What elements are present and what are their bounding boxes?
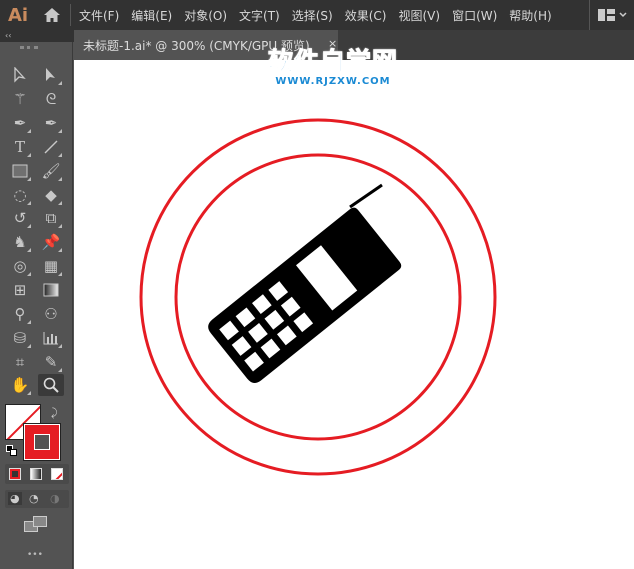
- warp-icon: ♞: [13, 233, 27, 251]
- curvature-tool[interactable]: ✒: [40, 112, 62, 134]
- menu-edit[interactable]: 编辑(E): [131, 7, 172, 24]
- rotate-icon: ↺: [13, 209, 27, 227]
- watermark-title: 软件自学网: [267, 47, 399, 76]
- hand-tool[interactable]: ✋: [9, 374, 31, 396]
- line-tool[interactable]: [40, 136, 62, 158]
- menu-bar: Ai 文件(F) 编辑(E) 对象(O) 文字(T) 选择(S) 效果(C) 视…: [0, 0, 634, 30]
- brush-icon: 🖌: [41, 162, 61, 180]
- phone-antenna[interactable]: [349, 183, 383, 209]
- curvature-pen-icon: ✒: [44, 114, 58, 132]
- selection-tool[interactable]: [9, 64, 31, 86]
- watermark: 软件自学网 WWW.RJZXW.COM: [267, 47, 399, 87]
- blend-tool[interactable]: ⚇: [40, 303, 62, 325]
- zoom-tool[interactable]: [38, 374, 64, 396]
- pen-tool[interactable]: ✒: [9, 112, 31, 134]
- gradient-tool[interactable]: [40, 279, 62, 301]
- type-icon: T: [14, 138, 25, 156]
- edit-toolbar-button[interactable]: •••: [27, 550, 43, 560]
- magic-wand-tool[interactable]: ⚚: [9, 88, 31, 110]
- mobile-phone-icon[interactable]: [204, 206, 404, 387]
- lasso-icon: ᘓ: [45, 90, 57, 108]
- shape-builder-tool[interactable]: ◎: [9, 255, 31, 277]
- shaper-icon: ◌: [13, 186, 27, 204]
- shape-builder-icon: ◎: [13, 257, 27, 275]
- screen-mode-icon: [24, 516, 47, 532]
- menu-object[interactable]: 对象(O): [184, 7, 227, 24]
- color-mode-button[interactable]: [9, 468, 21, 480]
- lasso-tool[interactable]: ᘓ: [40, 88, 62, 110]
- symbol-sprayer-tool[interactable]: ⛁: [9, 327, 31, 349]
- warp-tool[interactable]: ♞: [9, 231, 31, 253]
- mesh-tool[interactable]: ⊞: [9, 279, 31, 301]
- scale-tool[interactable]: ⧉: [40, 207, 62, 229]
- hand-icon: ✋: [10, 376, 30, 394]
- menu-type[interactable]: 文字(T): [239, 7, 280, 24]
- artboard-tool[interactable]: ⌗: [9, 351, 31, 373]
- rectangle-tool[interactable]: [9, 160, 31, 182]
- column-graph-tool[interactable]: [40, 327, 62, 349]
- draw-inside-button[interactable]: ◑: [50, 492, 60, 505]
- menu-file[interactable]: 文件(F): [79, 7, 119, 24]
- screen-mode-button[interactable]: [24, 516, 48, 536]
- watermark-url: WWW.RJZXW.COM: [275, 76, 391, 87]
- type-tool[interactable]: T: [9, 136, 31, 158]
- panel-collapse-button[interactable]: ‹‹: [0, 30, 74, 42]
- arrow-filled-icon: [46, 68, 55, 81]
- bar-graph-icon: [43, 332, 58, 345]
- pen-icon: ✒: [13, 114, 27, 132]
- menu-window[interactable]: 窗口(W): [452, 7, 497, 24]
- none-mode-button[interactable]: [51, 468, 63, 480]
- swap-fill-stroke-icon[interactable]: ⤸: [51, 406, 58, 420]
- perspective-grid-icon: ▦: [43, 257, 59, 275]
- perspective-grid-tool[interactable]: ▦: [40, 255, 62, 277]
- menu-view[interactable]: 视图(V): [398, 7, 440, 24]
- blend-icon: ⚇: [44, 305, 58, 323]
- magic-wand-icon: ⚚: [13, 90, 27, 108]
- eyedropper-tool[interactable]: ⚲: [9, 303, 31, 325]
- menu-help[interactable]: 帮助(H): [509, 7, 551, 24]
- slice-icon: ✎: [44, 353, 58, 371]
- slice-tool[interactable]: ✎: [40, 351, 62, 373]
- eraser-icon: ◆: [45, 186, 57, 204]
- menu-select[interactable]: 选择(S): [292, 7, 333, 24]
- direct-selection-tool[interactable]: [40, 64, 62, 86]
- shaper-tool[interactable]: ◌: [9, 184, 31, 206]
- mesh-icon: ⊞: [13, 281, 27, 299]
- home-button[interactable]: [36, 7, 68, 23]
- default-colors-icon[interactable]: [6, 445, 17, 456]
- pin-icon: 📌: [41, 233, 61, 251]
- artboard-canvas[interactable]: [74, 60, 634, 569]
- rectangle-icon: [12, 164, 28, 178]
- tools-panel: ⚚ ᘓ ✒ ✒ T 🖌 ◌ ◆ ↺ ⧉ ♞ 📌 ◎ ▦ ⊞ ⚲ ⚇ ⛁ ⌗ ✎ …: [0, 42, 73, 569]
- home-icon: [44, 8, 60, 22]
- scale-icon: ⧉: [45, 209, 57, 227]
- stroke-swatch[interactable]: [23, 423, 61, 461]
- gradient-icon: [43, 283, 59, 297]
- eraser-tool[interactable]: ◆: [40, 184, 62, 206]
- puppet-warp-tool[interactable]: 📌: [40, 231, 62, 253]
- paintbrush-tool[interactable]: 🖌: [40, 160, 62, 182]
- app-logo: Ai: [7, 4, 29, 26]
- draw-behind-button[interactable]: ◔: [29, 492, 39, 505]
- panel-grip[interactable]: [20, 46, 38, 49]
- stroke-swatch-inner: [34, 434, 50, 450]
- workspace-switcher[interactable]: [589, 0, 634, 30]
- rotate-tool[interactable]: ↺: [9, 207, 31, 229]
- draw-normal-button[interactable]: ◕: [8, 492, 22, 505]
- layout-icon: [598, 9, 627, 21]
- line-icon: [44, 140, 58, 154]
- artboard-icon: ⌗: [15, 353, 25, 371]
- gradient-mode-button[interactable]: [30, 468, 42, 480]
- artwork: [139, 118, 497, 476]
- arrow-outline-icon: [14, 67, 26, 83]
- spray-icon: ⛁: [13, 329, 27, 347]
- eyedropper-icon: ⚲: [14, 305, 26, 323]
- magnifier-icon: [43, 377, 59, 393]
- menu-effect[interactable]: 效果(C): [345, 7, 387, 24]
